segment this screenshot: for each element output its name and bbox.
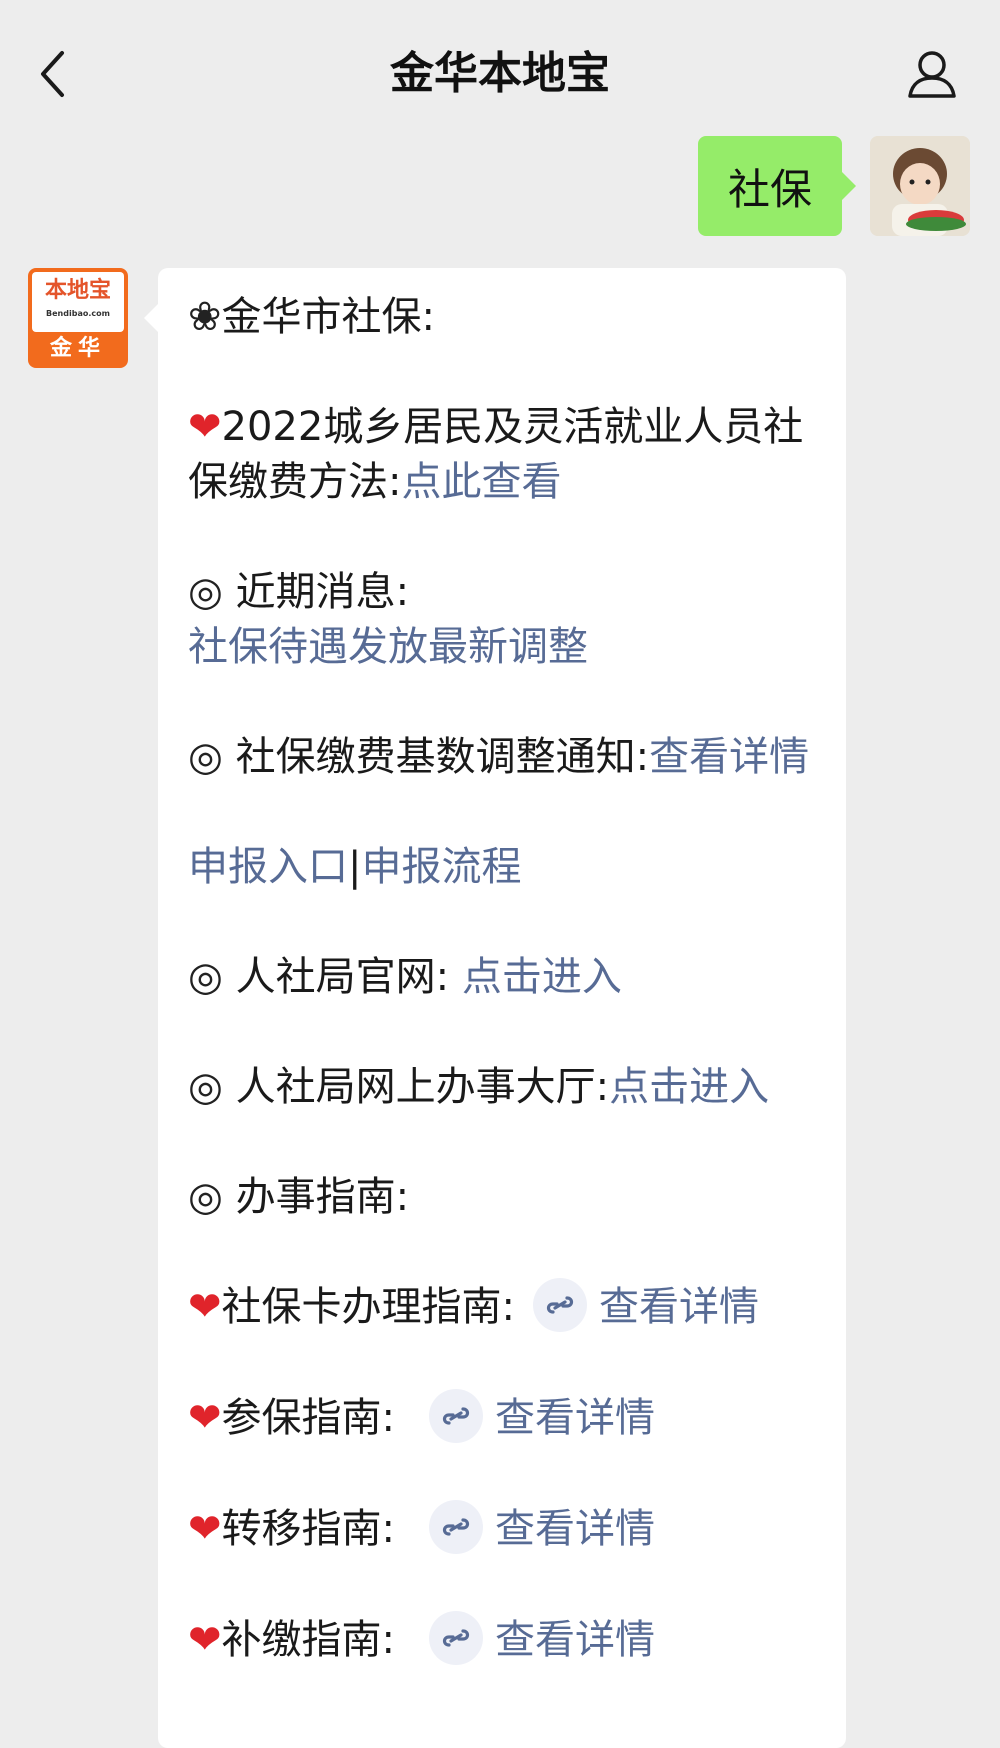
base-adjust-text: 社保缴费基数调整通知: [235, 734, 650, 780]
message-paragraph-online-hall: ◎ 人社局网上办事大厅:点击进入 [188, 1060, 822, 1115]
outgoing-message-text: 社保 [727, 164, 812, 214]
guide-item-link[interactable]: 查看详情 [495, 1617, 655, 1663]
message-paragraph-official-site: ◎ 人社局官网: 点击进入 [188, 950, 822, 1005]
message-paragraph-base-adjust: ◎ 社保缴费基数调整通知:查看详情 [188, 730, 822, 785]
circle-icon: ◎ [188, 734, 223, 780]
online-hall-link[interactable]: 点击进入 [609, 1064, 769, 1110]
user-avatar[interactable] [870, 136, 970, 236]
heart-icon: ❤ [188, 404, 222, 450]
message-paragraph-declare: 申报入口|申报流程 [188, 840, 822, 895]
guide-item-backpay: ❤补缴指南: 查看详情 [188, 1611, 822, 1669]
message-content: ❀金华市社保: ❤2022城乡居民及灵活就业人员社保缴费方法:点此查看 ◎ 近期… [188, 290, 822, 1724]
guide-item-text: 参保指南: [221, 1395, 395, 1441]
guide-item-text: 社保卡办理指南: [221, 1284, 515, 1330]
circle-icon: ◎ [188, 1064, 223, 1110]
heart-icon: ❤ [188, 1284, 222, 1330]
bot-logo-city-text: 金华 [49, 336, 106, 361]
base-adjust-link[interactable]: 查看详情 [649, 734, 809, 780]
guide-item-text: 转移指南: [221, 1506, 395, 1552]
news-label-text: 近期消息: [235, 569, 410, 615]
top-bar: 金华本地宝 [0, 0, 1000, 138]
guide-item-link[interactable]: 查看详情 [599, 1284, 759, 1330]
mini-program-icon[interactable] [533, 1278, 587, 1332]
heart-icon: ❤ [188, 1395, 222, 1441]
heart-icon: ❤ [188, 1506, 222, 1552]
guide-item-card: ❤社保卡办理指南: 查看详情 [188, 1278, 822, 1336]
bot-logo-top-text: 本地宝 [44, 278, 111, 303]
message-paragraph-guides: ◎ 办事指南: [188, 1170, 822, 1225]
message-paragraph-title: ❀金华市社保: [188, 290, 822, 345]
message-paragraph-news: ◎ 近期消息: 社保待遇发放最新调整 [188, 565, 822, 675]
page-title: 金华本地宝 [390, 48, 610, 99]
circle-icon: ◎ [188, 569, 223, 615]
declare-process-link[interactable]: 申报流程 [361, 844, 521, 890]
message-paragraph-payment: ❤2022城乡居民及灵活就业人员社保缴费方法:点此查看 [188, 400, 822, 510]
profile-icon [908, 51, 956, 98]
circle-icon: ◎ [188, 954, 223, 1000]
outgoing-message-bubble[interactable]: 社保 [697, 136, 857, 236]
declare-entry-link[interactable]: 申报入口 [188, 844, 348, 890]
user-photo-icon [870, 136, 970, 236]
circle-icon: ◎ [188, 1174, 223, 1220]
bot-avatar[interactable]: 本地宝 Bendibao.com 金华 [28, 268, 128, 368]
payment-method-link[interactable]: 点此查看 [401, 459, 561, 505]
guide-item-text: 补缴指南: [221, 1617, 395, 1663]
mini-program-icon[interactable] [429, 1611, 483, 1665]
guide-item-insure: ❤参保指南: 查看详情 [188, 1389, 822, 1447]
bot-logo-domain-text: Bendibao.com [46, 309, 110, 318]
incoming-message-bubble: ❀金华市社保: ❤2022城乡居民及灵活就业人员社保缴费方法:点此查看 ◎ 近期… [144, 268, 846, 1748]
guides-label-text: 办事指南: [235, 1174, 410, 1220]
official-site-text: 人社局官网: [235, 954, 450, 1000]
news-link[interactable]: 社保待遇发放最新调整 [188, 624, 588, 670]
declare-separator: | [348, 844, 362, 890]
official-site-link[interactable]: 点击进入 [462, 954, 622, 1000]
guide-item-transfer: ❤转移指南: 查看详情 [188, 1500, 822, 1558]
profile-button[interactable] [902, 44, 962, 104]
heart-icon: ❤ [188, 1617, 222, 1663]
online-hall-text: 人社局网上办事大厅: [235, 1064, 610, 1110]
guide-item-link[interactable]: 查看详情 [495, 1506, 655, 1552]
guide-item-link[interactable]: 查看详情 [495, 1395, 655, 1441]
mini-program-icon[interactable] [429, 1389, 483, 1443]
flower-icon: ❀ [188, 294, 222, 340]
message-title-text: 金华市社保: [221, 294, 435, 340]
mini-program-icon[interactable] [429, 1500, 483, 1554]
